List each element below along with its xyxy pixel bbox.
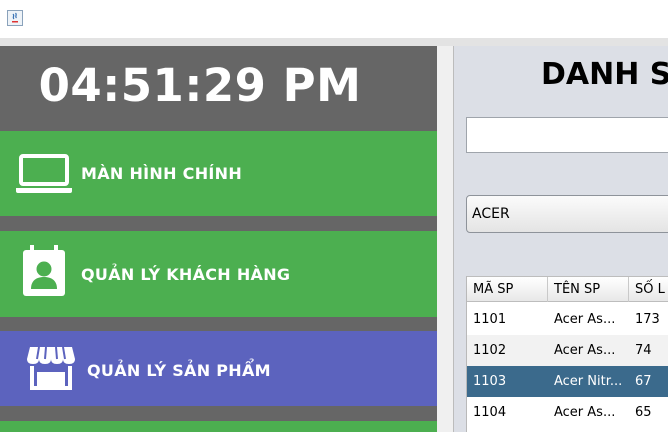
column-header-so-luong[interactable]: SỐ L [629,277,668,302]
table-header: MÃ SP TÊN SP SỐ L [467,276,668,302]
product-table: MÃ SP TÊN SP SỐ L 1101 Acer As... 173 11… [466,276,668,432]
nav-item-customers[interactable]: QUẢN LÝ KHÁCH HÀNG [0,231,437,317]
clock-display: 04:51:29 PM [38,59,362,112]
cell-ma-sp: 1103 [473,374,507,389]
java-app-icon [7,10,23,26]
cell-so-luong: 173 [635,312,660,327]
cell-ten-sp: Acer As... [554,343,616,358]
table-row-selected[interactable]: 1103 Acer Nitr... 67 [467,366,668,397]
column-header-ma-sp[interactable]: MÃ SP [467,277,548,302]
contact-card-icon [23,245,65,296]
cell-so-luong: 74 [635,343,652,358]
cell-ma-sp: 1101 [473,312,507,327]
nav-item-products[interactable]: QUẢN LÝ SẢN PHẨM [0,331,437,406]
split-divider[interactable] [437,46,453,432]
nav-item-partial[interactable] [0,421,437,432]
table-row[interactable]: 1104 Acer As... 65 [467,397,668,428]
cell-ten-sp: Acer As... [554,312,616,327]
laptop-icon [16,154,72,193]
cell-ma-sp: 1102 [473,343,507,358]
nav-item-main-screen[interactable]: MÀN HÌNH CHÍNH [0,131,437,216]
cell-ten-sp: Acer Nitr... [554,374,623,389]
panel-title: DANH SÁ [541,57,668,92]
cell-ten-sp: Acer As... [554,405,616,420]
nav-label-customers: QUẢN LÝ KHÁCH HÀNG [81,265,291,284]
cell-so-luong: 65 [635,405,652,420]
search-input[interactable] [466,117,668,153]
window-separator [0,38,668,46]
window-title-bar [0,0,668,38]
table-row[interactable]: 1102 Acer As... 74 [467,335,668,366]
cell-ma-sp: 1104 [473,405,507,420]
nav-label-main-screen: MÀN HÌNH CHÍNH [81,164,243,183]
column-header-ten-sp[interactable]: TÊN SP [548,277,629,302]
table-row[interactable]: 1101 Acer As... 173 [467,304,668,335]
nav-label-products: QUẢN LÝ SẢN PHẨM [87,361,271,380]
brand-filter-select[interactable]: ACER [466,195,668,233]
cell-so-luong: 67 [635,374,652,389]
store-icon [27,346,75,390]
